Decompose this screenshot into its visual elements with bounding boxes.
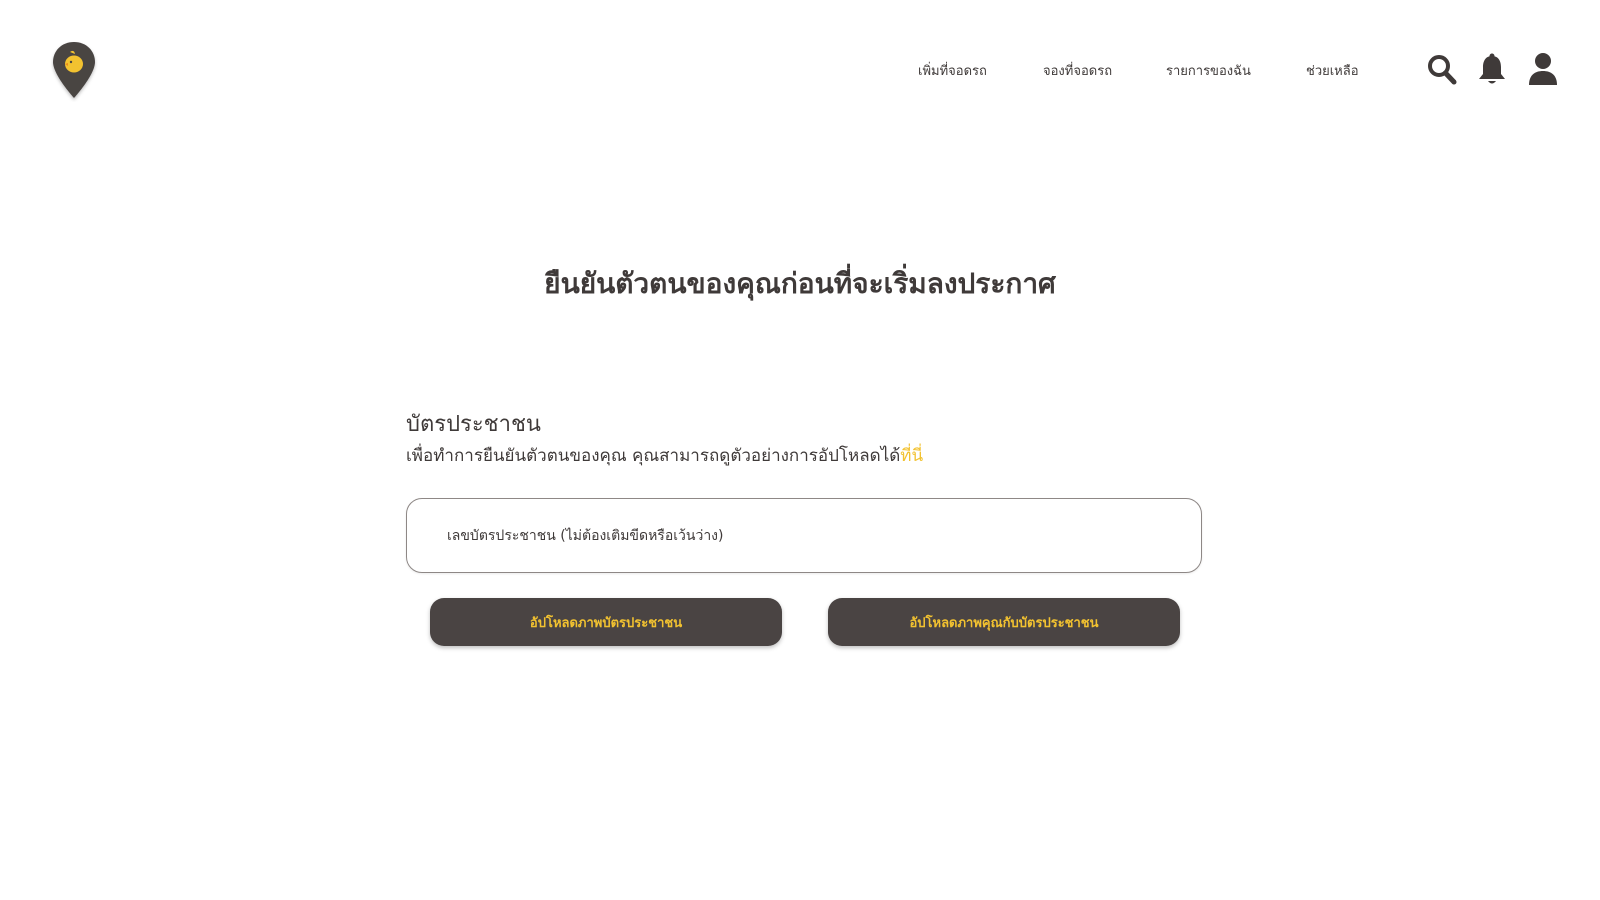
user-icon[interactable] xyxy=(1527,52,1559,86)
nav-add-parking[interactable]: เพิ่มที่จอดรถ xyxy=(918,60,987,81)
nav-my-list[interactable]: รายการของฉัน xyxy=(1166,60,1251,81)
main-nav: เพิ่มที่จอดรถ จองที่จอดรถ รายการของฉัน ช… xyxy=(0,60,1600,80)
upload-id-card-button[interactable]: อัปโหลดภาพบัตรประชาชน xyxy=(430,598,782,646)
section-description: เพื่อทำการยืนยันตัวตนของคุณ คุณสามารถดูต… xyxy=(406,444,1202,468)
section-title: บัตรประชาชน xyxy=(406,412,541,437)
bell-icon[interactable] xyxy=(1476,52,1508,86)
nav-book-parking[interactable]: จองที่จอดรถ xyxy=(1043,60,1112,81)
example-link[interactable]: ที่นี่ xyxy=(900,446,923,466)
nav-help[interactable]: ช่วยเหลือ xyxy=(1306,60,1359,81)
page-title: ยืนยันตัวตนของคุณก่อนที่จะเริ่มลงประกาศ xyxy=(544,267,1056,300)
search-icon[interactable] xyxy=(1426,52,1458,86)
page: เพิ่มที่จอดรถ จองที่จอดรถ รายการของฉัน ช… xyxy=(0,0,1600,900)
id-card-section: บัตรประชาชน เพื่อทำการยืนยันตัวตนของคุณ … xyxy=(406,410,1202,468)
id-number-input[interactable] xyxy=(406,498,1202,573)
upload-selfie-with-id-button[interactable]: อัปโหลดภาพคุณกับบัตรประชาชน xyxy=(828,598,1180,646)
description-text: เพื่อทำการยืนยันตัวตนของคุณ คุณสามารถดูต… xyxy=(406,446,901,466)
